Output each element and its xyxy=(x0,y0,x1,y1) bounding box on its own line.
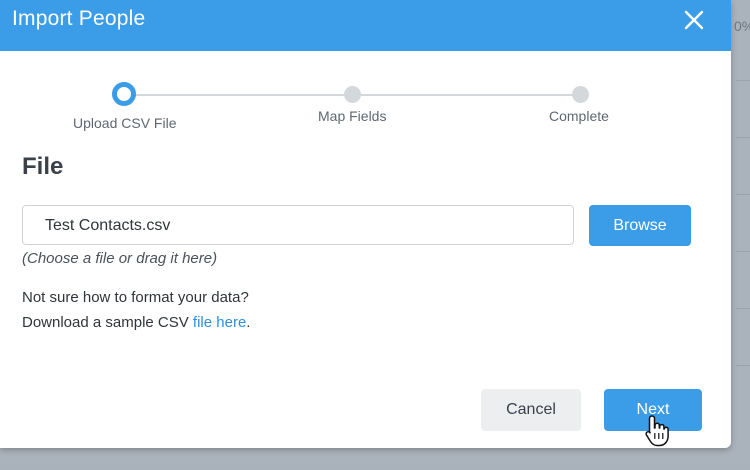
help-download-line: Download a sample CSV file here. xyxy=(22,314,250,331)
step-indicator-complete xyxy=(572,86,589,103)
step-label-map-fields: Map Fields xyxy=(318,108,387,124)
dialog-header: Import People xyxy=(0,0,731,51)
import-people-dialog: Import People Upload CSV File Map Fields… xyxy=(0,0,731,448)
stepper-connector xyxy=(130,94,344,96)
step-label-upload: Upload CSV File xyxy=(73,115,177,131)
file-hint: (Choose a file or drag it here) xyxy=(22,250,218,267)
close-button[interactable] xyxy=(680,6,708,34)
help-download-prefix: Download a sample CSV xyxy=(22,314,193,331)
background-dividers xyxy=(736,80,750,470)
file-input[interactable]: Test Contacts.csv xyxy=(22,205,574,245)
step-label-complete: Complete xyxy=(549,108,609,124)
step-indicator-upload xyxy=(112,82,136,106)
close-icon xyxy=(684,10,704,30)
sample-csv-link[interactable]: file here xyxy=(193,314,246,331)
stepper-connector xyxy=(361,94,573,96)
file-input-value: Test Contacts.csv xyxy=(45,217,171,234)
hand-cursor-icon xyxy=(645,415,669,447)
step-indicator-map-fields xyxy=(344,86,361,103)
import-stepper: Upload CSV File Map Fields Complete xyxy=(0,51,731,141)
section-title: File xyxy=(22,153,64,180)
browse-button[interactable]: Browse xyxy=(589,205,691,246)
cancel-button[interactable]: Cancel xyxy=(481,389,581,431)
help-download-suffix: . xyxy=(246,314,251,331)
help-text: Not sure how to format your data? xyxy=(22,289,249,306)
background-partial-text: 0% xyxy=(734,18,750,34)
dialog-title: Import People xyxy=(12,7,146,30)
